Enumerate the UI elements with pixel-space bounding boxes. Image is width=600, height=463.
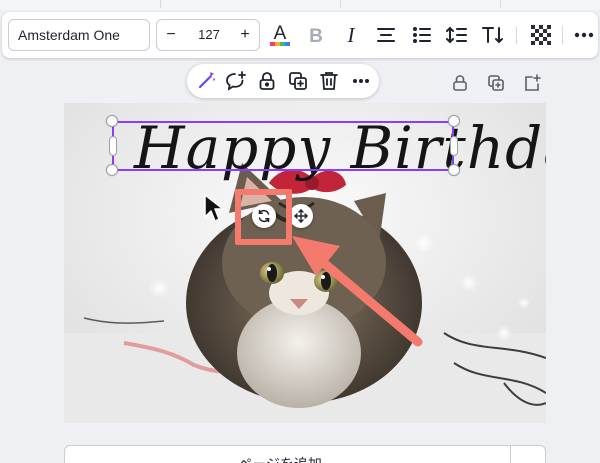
- annotation-arrow: [292, 236, 423, 347]
- add-page-label: ページを追加: [65, 454, 495, 463]
- mouse-cursor-icon: [204, 194, 224, 222]
- add-page-button[interactable]: ページを追加: [64, 445, 546, 463]
